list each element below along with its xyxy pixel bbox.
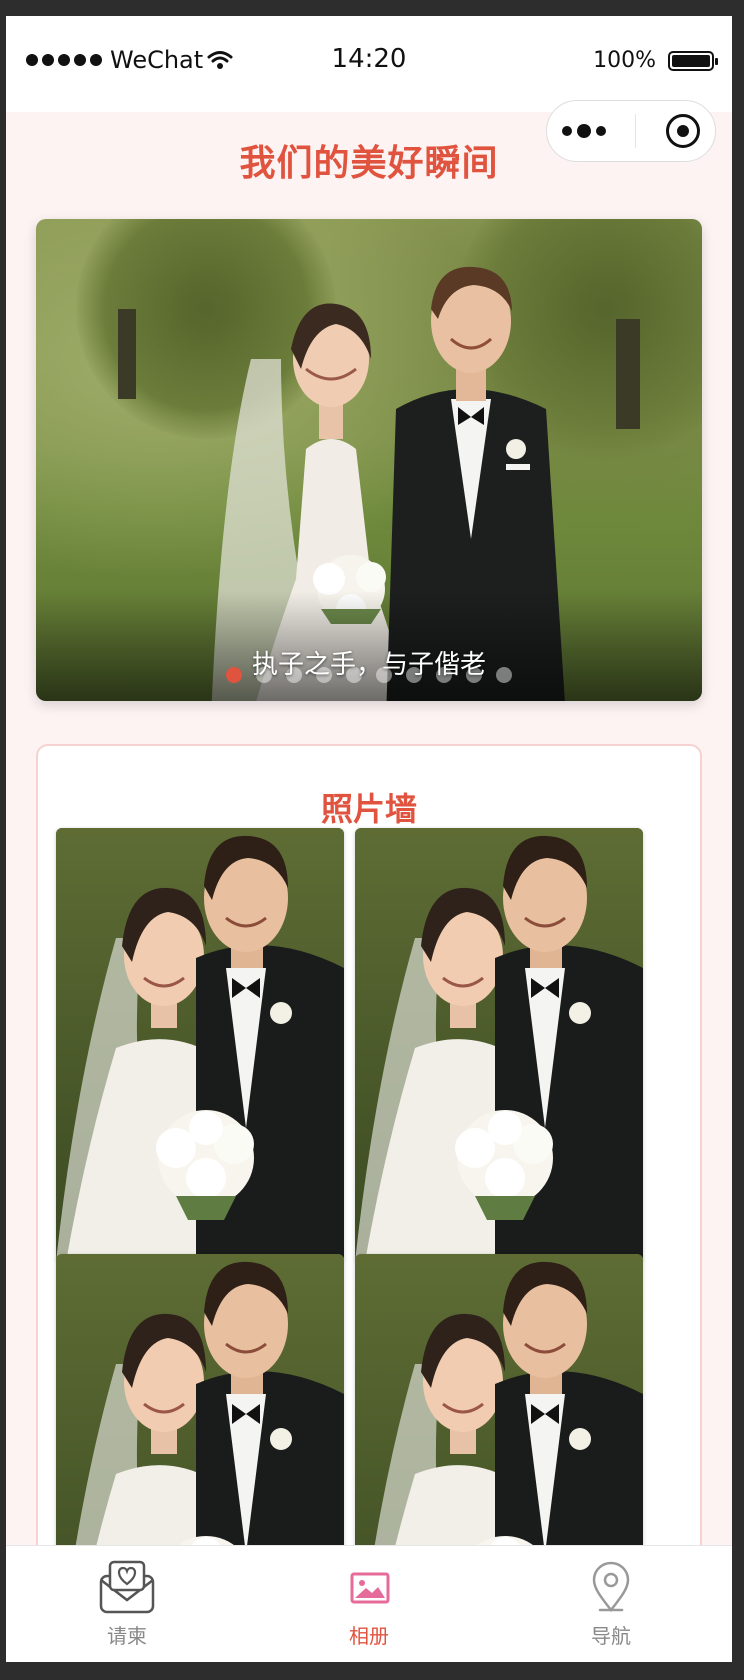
battery-area: 100% (593, 48, 718, 73)
page-title: 我们的美好瞬间 (239, 143, 499, 184)
status-bar: WeChat 14:20 100% (6, 16, 732, 112)
battery-percent: 100% (593, 48, 656, 73)
bottom-tab-bar: 请柬 相册 导航 (6, 1545, 732, 1662)
tab-label: 请柬 (107, 1624, 147, 1648)
phone-screen: WeChat 14:20 100% 我们的美好瞬间 执子之手，与子偕老 照片墙 … (6, 16, 732, 1662)
photo-wall-title: 照片墙 (320, 790, 417, 828)
image-icon (350, 1572, 390, 1604)
couple-portrait (355, 828, 643, 1262)
couple-portrait (56, 828, 344, 1262)
tab-navigation[interactable]: 导航 (490, 1546, 732, 1662)
tab-album[interactable]: 相册 (248, 1546, 490, 1662)
battery-icon (668, 50, 718, 71)
tab-label: 相册 (349, 1624, 389, 1648)
tab-label: 导航 (591, 1624, 631, 1648)
devtools-top-strip (0, 0, 744, 16)
location-pin-icon (592, 1561, 630, 1613)
photo-wall-card: 照片墙 (36, 744, 702, 1662)
photo-wall-image[interactable] (355, 828, 643, 1262)
tab-invitation[interactable]: 请柬 (6, 1546, 248, 1662)
banner-trunk-right (616, 319, 640, 429)
banner-caption: 执子之手，与子偕老 (251, 650, 486, 680)
invitation-heart-icon (99, 1560, 155, 1614)
photo-banner-carousel[interactable]: 执子之手，与子偕老 (36, 219, 702, 701)
photo-wall-image[interactable] (56, 828, 344, 1262)
devtools-bottom-strip (0, 1662, 744, 1680)
banner-trunk-left (118, 309, 136, 399)
